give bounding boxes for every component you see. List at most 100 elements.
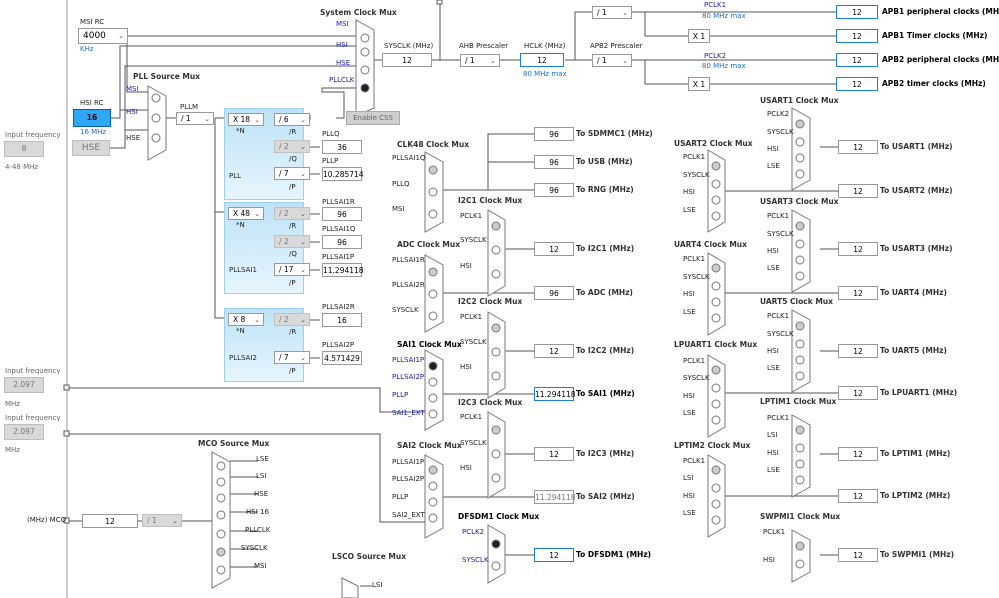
pllsai2-r-select[interactable]: / 2 ⌄ [274,313,310,326]
sysmux-input-hsi: HSI [336,41,348,49]
sai2-value: 11.294118 [534,490,576,504]
uart5-in-sysclk: SYSCLK [767,330,794,338]
lsi-input-value[interactable]: 2.097 [4,424,44,440]
sai2-in-ext: SAI2_EXT [392,511,425,519]
enable-css-button[interactable]: Enable CSS [346,111,400,125]
lpuart1-in-lse: LSE [683,409,696,417]
i2c1-in-hsi: HSI [460,262,472,270]
pllsai1-p-select[interactable]: / 17 ⌄ [274,263,310,276]
chevron-down-icon: ⌄ [300,266,306,274]
pllsai2-n-select[interactable]: X 8 ⌄ [228,313,264,326]
uart4-label: To UART4 (MHz) [880,288,947,297]
i2c2-in-hsi: HSI [460,363,472,371]
hsi-rc-unit: 16 MHz [80,128,107,136]
lpuart1-in-pclk1: PCLK1 [683,357,706,365]
uart4-in-sysclk: SYSCLK [683,273,710,281]
apb2-peripheral-value[interactable]: 12 [836,53,878,67]
lpuart1-in-sysclk: SYSCLK [683,374,710,382]
apb1-timer-value[interactable]: 12 [836,29,878,43]
lsco-in-lsi: LSI [372,581,383,589]
sysmux-input-hse: HSE [336,59,351,67]
usart3-in-lse: LSE [767,264,780,272]
apb1-peripheral-label: APB1 peripheral clocks (MHz) [882,7,999,16]
lsi-input-frequency-label: Input frequency [5,414,61,422]
pll-source-mux-title: PLL Source Mux [133,72,201,81]
pllsai1q-label: PLLSAI1Q [322,225,356,233]
pll-p-select[interactable]: / 7 ⌄ [274,167,310,180]
sai1-mux-title: SAI1 Clock Mux [397,340,462,349]
lsco-mux-title: LSCO Source Mux [332,552,407,561]
uart4-in-hsi: HSI [683,290,695,298]
adc-label: To ADC (MHz) [576,288,633,297]
mco-divider-select[interactable]: / 1 ⌄ [142,514,182,527]
lptim2-value: 12 [838,489,878,503]
chevron-down-icon: ⌄ [300,238,306,246]
usb-label: To USB (MHz) [576,157,633,166]
chevron-down-icon: ⌄ [490,57,496,65]
mco-in-sysclk: SYSCLK [241,544,268,552]
pll-r-select[interactable]: / 6 ⌄ [274,113,310,126]
hse-input-value[interactable]: 8 [4,141,44,157]
apb2-prescaler-select[interactable]: / 1 ⌄ [592,54,632,67]
apb1-prescaler-select[interactable]: / 1 ⌄ [592,6,632,19]
pll-src-msi: MSI [126,85,139,93]
mco-value: 12 [82,514,138,528]
lptim1-in-hsi: HSI [767,449,779,457]
pllq-label: PLLQ [322,130,340,138]
pllsai1-n-select[interactable]: X 48 ⌄ [228,207,264,220]
pllsai1-r-select[interactable]: / 2 ⌄ [274,207,310,220]
hsi-rc-value[interactable]: 16 [73,109,111,127]
pllsai1r-value: 96 [322,207,362,221]
sai1-value[interactable]: 11.294118 [534,387,576,401]
pllsai1-q-select[interactable]: / 2 ⌄ [274,235,310,248]
adc-value: 96 [534,286,574,300]
pll-n-select[interactable]: X 18 ⌄ [228,113,264,126]
apb2-timer-value[interactable]: 12 [836,77,878,91]
pllp-value: 10.285714 [322,167,364,181]
pllsai1-r-label: /R [289,222,297,230]
usart2-in-sysclk: SYSCLK [683,171,710,179]
pllsai1-q-label: /Q [289,250,297,258]
ahb-prescaler-select[interactable]: / 1 ⌄ [460,54,500,67]
sai2-in-pllp: PLLP [392,493,409,501]
pllsai1r-label: PLLSAI1R [322,198,355,206]
chevron-down-icon: ⌄ [254,210,260,218]
uart4-value: 12 [838,286,878,300]
pclk1-label: PCLK1 [704,1,727,9]
adc-in-pllsai2r: PLLSAI2R [392,281,425,289]
i2c1-in-sysclk: SYSCLK [460,236,487,244]
hse-source[interactable]: HSE [72,140,110,156]
i2c3-in-sysclk: SYSCLK [460,439,487,447]
pll-r-label: /R [289,128,297,136]
lsi-unit: MHz [5,446,20,454]
dfsdm1-value[interactable]: 12 [534,548,574,562]
uart4-in-lse: LSE [683,308,696,316]
usart1-mux-title: USART1 Clock Mux [760,96,839,105]
apb2-peripheral-label: APB2 peripheral clocks (MHz) [882,55,999,64]
pll-src-hse: HSE [126,134,141,142]
sysclk-value[interactable]: 12 [382,53,432,67]
pllm-select[interactable]: / 1 ⌄ [176,112,214,125]
usart2-label: To USART2 (MHz) [880,186,953,195]
swpmi1-in-pclk1: PCLK1 [763,528,786,536]
sai1-in-pllsai1p: PLLSAI1P [392,356,425,364]
pllsai1p-value: 11.294118 [322,263,364,277]
hclk-value[interactable]: 12 [520,53,564,67]
adc-in-sysclk: SYSCLK [392,306,419,314]
chevron-down-icon: ⌄ [300,210,306,218]
pll-p-label: /P [289,183,296,191]
pllsai2-p-select[interactable]: / 7 ⌄ [274,351,310,364]
dfsdm1-in-pclk2: PCLK2 [462,528,485,536]
pllsai2r-label: PLLSAI2R [322,303,355,311]
i2c3-value: 12 [534,447,574,461]
lse-input-value[interactable]: 2.097 [4,377,44,393]
chevron-down-icon: ⌄ [254,116,260,124]
usart2-in-pclk1: PCLK1 [683,153,706,161]
msi-rc-select[interactable]: 4000 ⌄ [78,28,128,44]
usart1-in-lse: LSE [767,162,780,170]
hse-range: 4-48 MHz [5,163,39,171]
pllsai1-n-label: *N [236,221,245,229]
apb1-peripheral-value[interactable]: 12 [836,5,878,19]
usart2-in-lse: LSE [683,206,696,214]
pll-q-select[interactable]: / 2 ⌄ [274,140,310,153]
